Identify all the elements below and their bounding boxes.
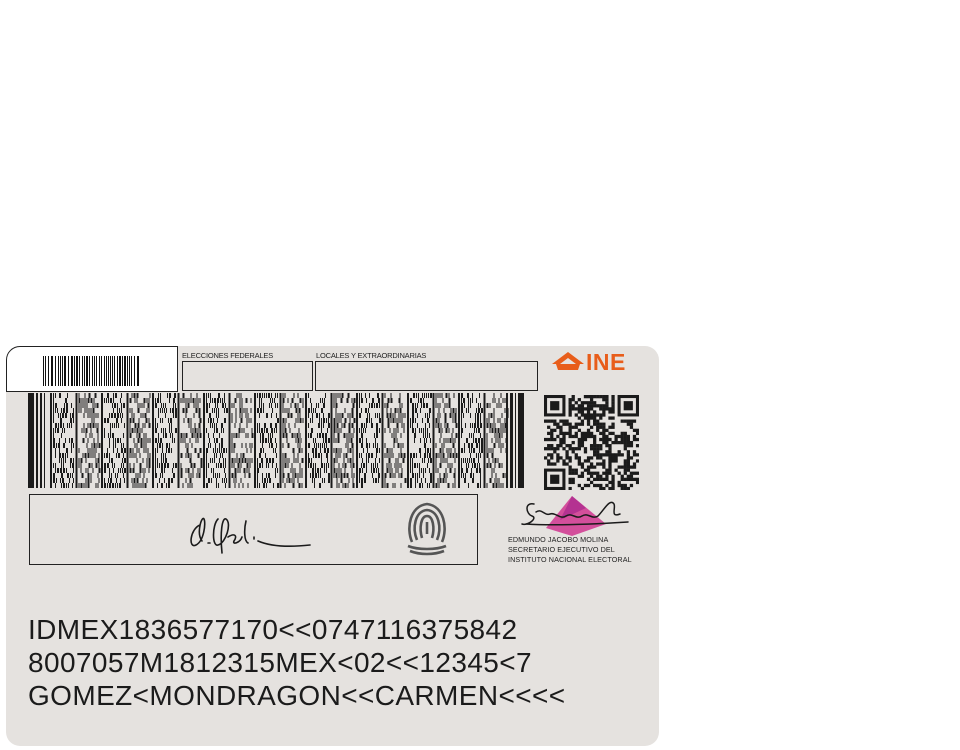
local-elections-label: LOCALES Y EXTRAORDINARIAS (316, 351, 427, 360)
ine-arrow-icon (552, 352, 584, 370)
local-elections-box (315, 361, 538, 391)
holder-signature (190, 517, 311, 554)
secretary-title: SECRETARIO EJECUTIVO DEL (508, 545, 615, 554)
qr-code (544, 395, 639, 490)
secretary-signature-block: EDMUNDO JACOBO MOLINA SECRETARIO EJECUTI… (508, 494, 658, 569)
barcode-tab (6, 346, 178, 392)
id-card-back: ELECCIONES FEDERALES LOCALES Y EXTRAORDI… (6, 346, 659, 746)
secretary-institution: INSTITUTO NACIONAL ELECTORAL (508, 555, 632, 564)
ine-logo: INE (552, 350, 650, 374)
official-seal-and-signature (521, 496, 629, 536)
mrz-line-1: IDMEX1836577170<<0747116375842 (28, 614, 518, 645)
secretary-name: EDMUNDO JACOBO MOLINA (508, 535, 609, 544)
fingerprint-icon (407, 502, 447, 556)
signature-fingerprint-box (29, 494, 478, 565)
ine-logo-text: INE (586, 349, 626, 375)
federal-elections-label: ELECCIONES FEDERALES (182, 351, 274, 360)
mrz-line-2: 8007057M1812315MEX<02<<12345<7 (28, 647, 532, 678)
federal-elections-box (182, 361, 313, 391)
pdf417-barcode (28, 393, 524, 488)
linear-barcode (43, 356, 139, 386)
mrz-line-3: GOMEZ<MONDRAGON<<CARMEN<<<< (28, 680, 566, 711)
